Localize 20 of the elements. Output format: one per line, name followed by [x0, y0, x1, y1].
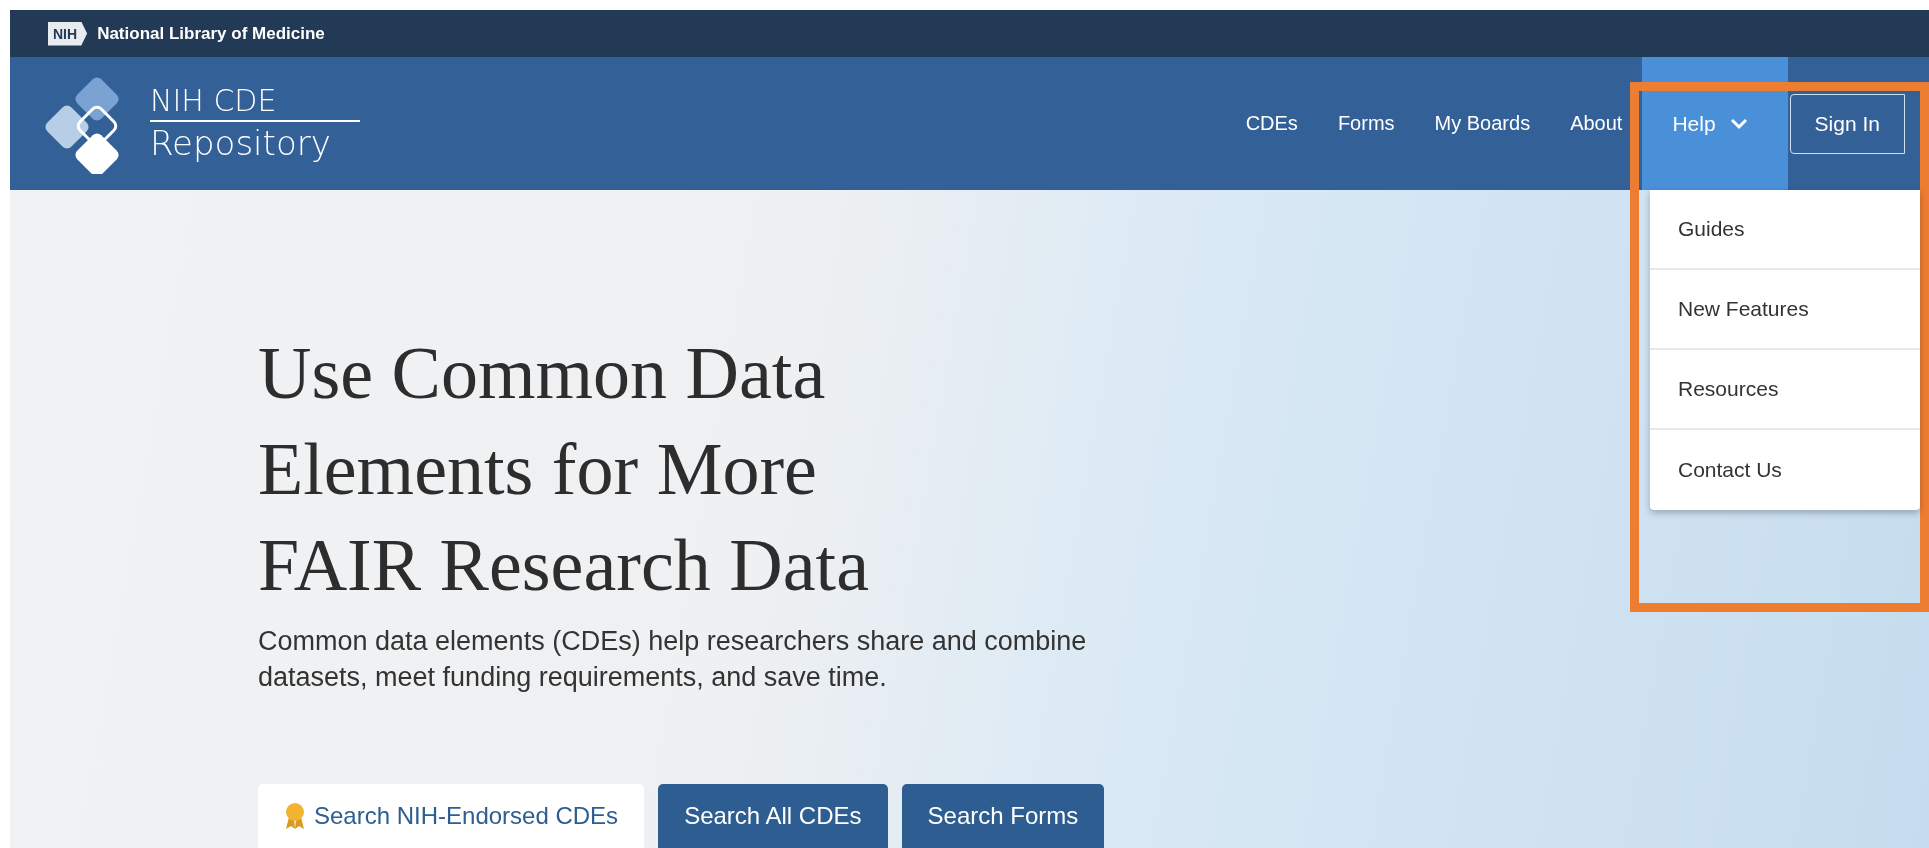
- help-menu-button[interactable]: Help: [1642, 57, 1788, 190]
- search-tab[interactable]: Search All CDEs: [658, 784, 888, 848]
- top-bar-title: National Library of Medicine: [97, 23, 325, 44]
- search-tab[interactable]: Search Forms: [901, 784, 1105, 848]
- nav-link[interactable]: About: [1570, 112, 1623, 135]
- award-ribbon-icon: [284, 802, 306, 830]
- heading-line: Use Common Data: [258, 331, 826, 416]
- nav-link[interactable]: My Boards: [1434, 112, 1531, 135]
- logo-title[interactable]: NIH CDE: [150, 83, 360, 122]
- nih-badge: NIH: [48, 21, 88, 46]
- logo-subtitle[interactable]: Repository: [150, 121, 360, 164]
- menu-item[interactable]: Contact Us: [1650, 430, 1920, 510]
- nav-link[interactable]: CDEs: [1245, 112, 1298, 135]
- heading-line: FAIR Research Data: [258, 523, 869, 608]
- nav-link[interactable]: Forms: [1337, 112, 1395, 135]
- search-tab[interactable]: Search NIH-Endorsed CDEs: [258, 784, 645, 848]
- hero-text: Common data elements (CDEs) help researchers share and combine datasets, meet funding requirements, and save time.: [258, 625, 1088, 694]
- sign-in-button[interactable]: Sign In: [1789, 93, 1905, 154]
- heading-line: Elements for More: [258, 427, 817, 512]
- chevron-down-icon: [1729, 117, 1748, 130]
